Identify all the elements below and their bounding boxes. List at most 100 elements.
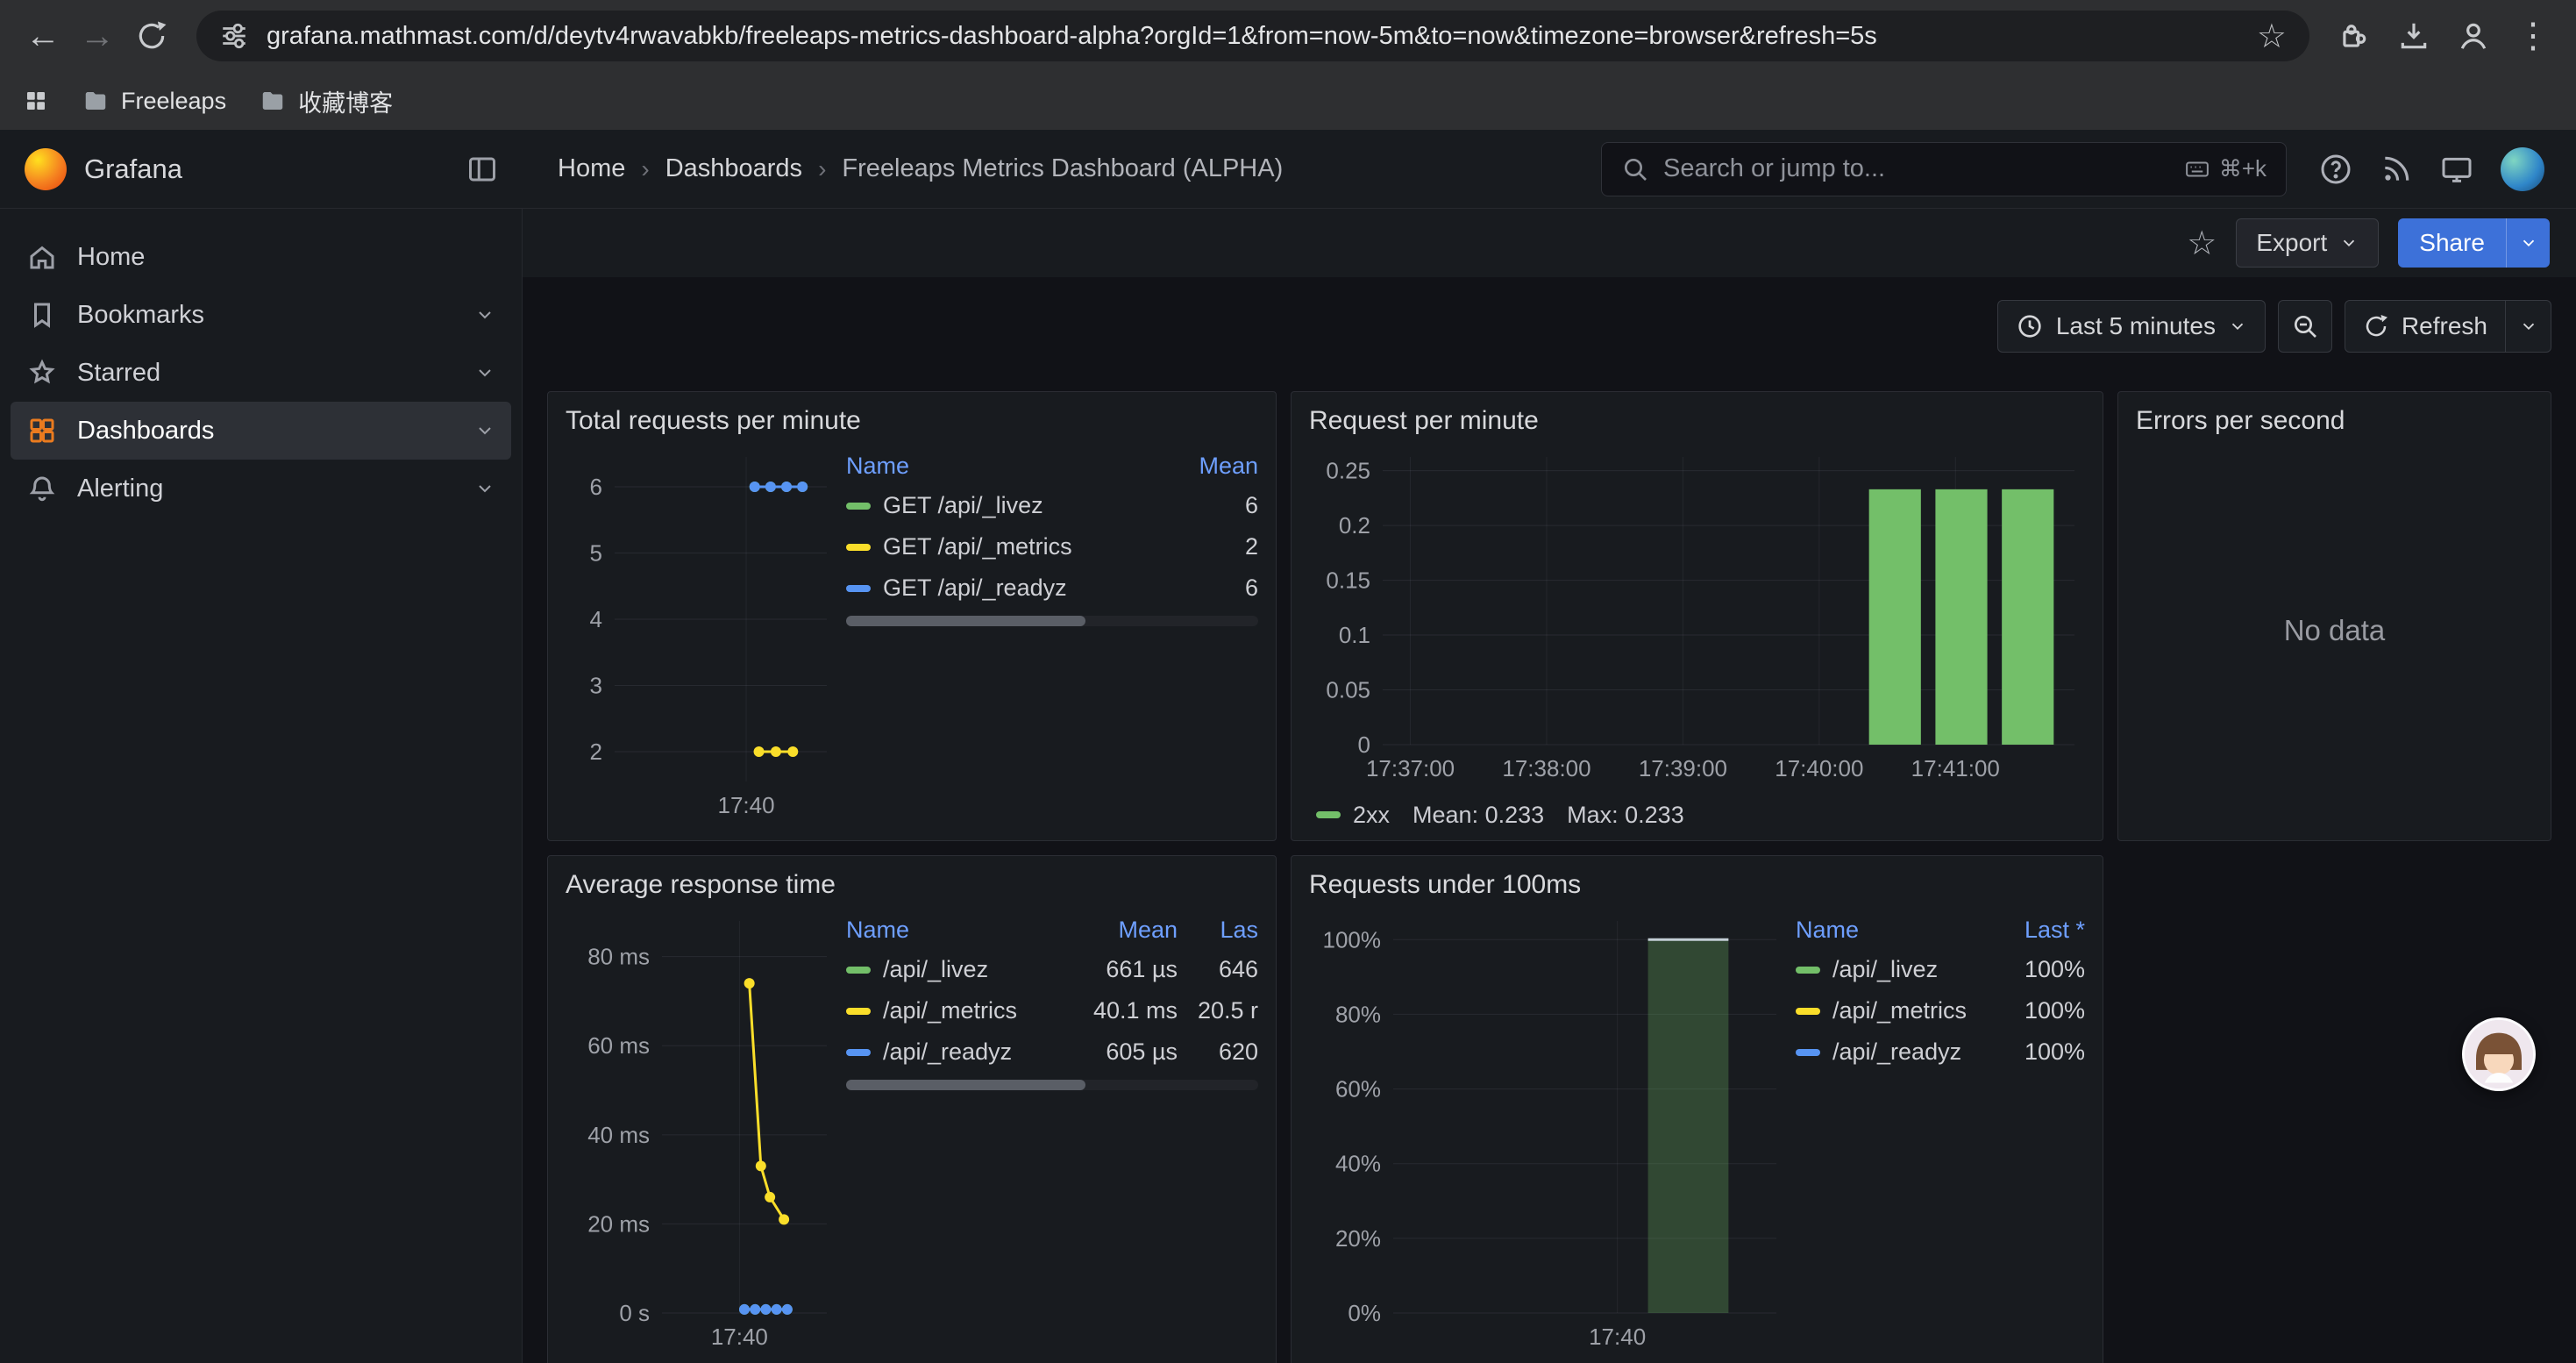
svg-text:17:40: 17:40 bbox=[718, 792, 775, 818]
chevron-down-icon[interactable] bbox=[474, 362, 495, 383]
panel-request-per-minute: Request per minute 17:37:0017:38:0017:39… bbox=[1291, 391, 2103, 841]
back-button[interactable]: ← bbox=[18, 11, 68, 61]
legend-inline: 2xx Mean: 0.233 Max: 0.233 bbox=[1309, 796, 2085, 834]
help-button[interactable] bbox=[2318, 152, 2353, 187]
panel-title[interactable]: Request per minute bbox=[1309, 406, 2085, 438]
sidebar-toggle-button[interactable] bbox=[466, 153, 498, 185]
profile-button[interactable] bbox=[2448, 11, 2499, 61]
panel-row: Average response time 17:4080 ms60 ms40 … bbox=[547, 855, 2551, 1363]
breadcrumb-dashboards[interactable]: Dashboards bbox=[665, 154, 802, 183]
chevron-down-icon bbox=[2339, 233, 2359, 253]
grafana-header: Grafana Home › Dashboards › Freeleaps Me… bbox=[0, 130, 2576, 209]
series-swatch bbox=[846, 1008, 871, 1015]
legend-row: /api/_livez 661 µs 646 bbox=[846, 949, 1258, 990]
sidebar-item-home[interactable]: Home bbox=[11, 228, 511, 286]
legend-header: Name Mean Las bbox=[846, 910, 1258, 949]
svg-text:20%: 20% bbox=[1335, 1225, 1381, 1252]
line-chart-response-time[interactable]: 17:4080 ms60 ms40 ms20 ms0 s bbox=[566, 910, 836, 1353]
reload-button[interactable] bbox=[126, 11, 177, 61]
breadcrumb-current-page: Freeleaps Metrics Dashboard (ALPHA) bbox=[842, 154, 1283, 183]
time-controls: Last 5 minutes Refresh bbox=[523, 277, 2576, 391]
svg-text:0.1: 0.1 bbox=[1339, 622, 1370, 648]
svg-text:80 ms: 80 ms bbox=[587, 944, 650, 970]
series-mean: Mean: 0.233 bbox=[1413, 802, 1544, 829]
legend-col-last[interactable]: Last * bbox=[1971, 917, 2085, 944]
export-button[interactable]: Export bbox=[2236, 218, 2379, 268]
series-mean: 6 bbox=[1178, 492, 1258, 519]
series-last: 646 bbox=[1178, 956, 1258, 983]
panel-total-requests: Total requests per minute 17:4065432 Nam… bbox=[547, 391, 1277, 841]
downloads-button[interactable] bbox=[2388, 11, 2439, 61]
bar-chart-under-100ms[interactable]: 17:40100%80%60%40%20%0% bbox=[1309, 910, 1785, 1353]
scrollbar-thumb[interactable] bbox=[846, 1080, 1085, 1090]
apps-grid-icon[interactable] bbox=[23, 88, 49, 114]
bookmark-folder-freeleaps[interactable]: Freeleaps bbox=[82, 88, 226, 115]
news-button[interactable] bbox=[2380, 153, 2413, 186]
grafana-header-left: Grafana bbox=[0, 130, 523, 208]
series-swatch bbox=[1796, 1008, 1820, 1015]
zoom-out-button[interactable] bbox=[2278, 300, 2332, 353]
chevron-down-icon bbox=[2228, 317, 2247, 336]
share-menu-button[interactable] bbox=[2506, 218, 2550, 268]
legend-col-name[interactable]: Name bbox=[846, 917, 1064, 944]
help-icon bbox=[2318, 152, 2353, 187]
bookmark-icon bbox=[26, 299, 58, 331]
panel-grid: Total requests per minute 17:4065432 Nam… bbox=[523, 391, 2576, 1363]
line-chart-total-requests[interactable]: 17:4065432 bbox=[566, 446, 836, 822]
display-button[interactable] bbox=[2439, 152, 2474, 187]
series-swatch bbox=[846, 585, 871, 592]
panel-row: Total requests per minute 17:4065432 Nam… bbox=[547, 391, 2551, 841]
share-button[interactable]: Share bbox=[2398, 218, 2506, 268]
time-range-label: Last 5 minutes bbox=[2056, 312, 2216, 340]
bookmark-label: 收藏博客 bbox=[298, 84, 393, 118]
bookmark-star-icon[interactable]: ☆ bbox=[2257, 17, 2287, 56]
panel-requests-under-100ms: Requests under 100ms 17:40100%80%60%40%2… bbox=[1291, 855, 2103, 1363]
forward-button[interactable]: → bbox=[72, 11, 123, 61]
svg-text:17:39:00: 17:39:00 bbox=[1639, 755, 1727, 781]
time-range-picker[interactable]: Last 5 minutes bbox=[1997, 300, 2266, 353]
url-text[interactable]: grafana.mathmast.com/d/deytv4rwavabkb/fr… bbox=[267, 22, 2239, 51]
panel-title[interactable]: Errors per second bbox=[2136, 406, 2533, 438]
legend-col-last[interactable]: Las bbox=[1178, 917, 1258, 944]
legend-col-mean[interactable]: Mean bbox=[1064, 917, 1178, 944]
refresh-button[interactable]: Refresh bbox=[2345, 300, 2506, 353]
panel-title[interactable]: Average response time bbox=[566, 870, 1258, 902]
panel-title[interactable]: Total requests per minute bbox=[566, 406, 1258, 438]
chevron-down-icon[interactable] bbox=[474, 304, 495, 325]
scrollbar-thumb[interactable] bbox=[846, 616, 1085, 626]
sidebar-item-starred[interactable]: Starred bbox=[11, 344, 511, 402]
bookmark-label: Freeleaps bbox=[121, 88, 226, 115]
svg-text:40 ms: 40 ms bbox=[587, 1122, 650, 1148]
sidebar-item-dashboards[interactable]: Dashboards bbox=[11, 402, 511, 460]
legend-scrollbar[interactable] bbox=[846, 616, 1258, 626]
search-placeholder: Search or jump to... bbox=[1663, 154, 1885, 183]
legend-scrollbar[interactable] bbox=[846, 1080, 1258, 1090]
legend-col-name[interactable]: Name bbox=[1796, 917, 1971, 944]
refresh-interval-button[interactable] bbox=[2506, 300, 2551, 353]
bookmark-folder-blogs[interactable]: 收藏博客 bbox=[260, 84, 393, 118]
sidebar-item-label: Bookmarks bbox=[77, 301, 204, 330]
assistant-avatar-button[interactable] bbox=[2462, 1017, 2536, 1091]
favorite-star-button[interactable]: ☆ bbox=[2187, 224, 2217, 263]
breadcrumb: Home › Dashboards › Freeleaps Metrics Da… bbox=[523, 154, 1283, 183]
chevron-down-icon[interactable] bbox=[474, 478, 495, 499]
site-settings-icon[interactable] bbox=[219, 21, 249, 51]
breadcrumb-home[interactable]: Home bbox=[558, 154, 625, 183]
sidebar-item-bookmarks[interactable]: Bookmarks bbox=[11, 286, 511, 344]
series-last: 100% bbox=[1971, 1038, 2085, 1066]
browser-menu-button[interactable]: ⋮ bbox=[2508, 11, 2558, 61]
panel-title[interactable]: Requests under 100ms bbox=[1309, 870, 2085, 902]
sidebar-item-alerting[interactable]: Alerting bbox=[11, 460, 511, 517]
search-input[interactable]: Search or jump to... ⌘+k bbox=[1601, 142, 2287, 196]
svg-text:17:40:00: 17:40:00 bbox=[1775, 755, 1863, 781]
address-bar[interactable]: grafana.mathmast.com/d/deytv4rwavabkb/fr… bbox=[196, 11, 2309, 61]
legend-col-mean[interactable]: Mean bbox=[1178, 453, 1258, 480]
extensions-button[interactable] bbox=[2329, 11, 2380, 61]
rss-icon bbox=[2380, 153, 2413, 186]
bar-chart-requests[interactable]: 17:37:0017:38:0017:39:0017:40:0017:41:00… bbox=[1309, 446, 2083, 785]
grafana-logo[interactable] bbox=[25, 148, 67, 190]
series-mean: 605 µs bbox=[1064, 1038, 1178, 1066]
user-avatar[interactable] bbox=[2501, 147, 2544, 191]
legend-col-name[interactable]: Name bbox=[846, 453, 1178, 480]
chevron-down-icon[interactable] bbox=[474, 420, 495, 441]
